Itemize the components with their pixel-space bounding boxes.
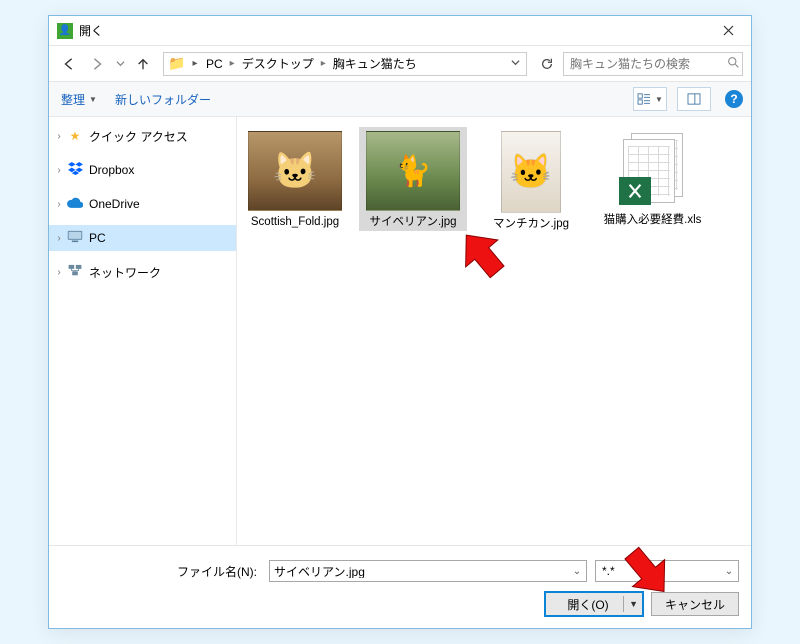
chevron-down-icon[interactable]: ⌄	[720, 566, 738, 577]
search-icon	[727, 56, 740, 72]
chevron-down-icon[interactable]: ⌄	[568, 566, 586, 577]
breadcrumb-seg-2[interactable]: 胸キュン猫たち	[329, 53, 421, 75]
view-mode-button[interactable]: ▼	[633, 87, 667, 111]
body: › ★ クイック アクセス › Dropbox › OneDrive	[49, 117, 751, 545]
nav-row: 📁 ▸ PC ▸ デスクトップ ▸ 胸キュン猫たち	[49, 46, 751, 82]
filetype-combobox[interactable]: *.* ⌄	[595, 560, 739, 582]
preview-pane-button[interactable]	[677, 87, 711, 111]
close-button[interactable]	[705, 16, 751, 46]
new-folder-button[interactable]: 新しいフォルダー	[111, 89, 215, 110]
open-button[interactable]: 開く(O) ▼	[545, 592, 643, 616]
breadcrumb-seg-1[interactable]: デスクトップ	[238, 53, 318, 75]
breadcrumb[interactable]: 📁 ▸ PC ▸ デスクトップ ▸ 胸キュン猫たち	[163, 52, 527, 76]
file-item[interactable]: マンチカン.jpg	[477, 127, 585, 233]
excel-file-icon	[619, 131, 687, 213]
chevron-right-icon: ▸	[318, 58, 329, 69]
image-thumbnail	[501, 131, 561, 213]
file-name: マンチカン.jpg	[493, 217, 569, 231]
filename-combobox[interactable]: ⌄	[269, 560, 587, 582]
file-item[interactable]: Scottish_Fold.jpg	[241, 127, 349, 231]
tree-item-dropbox[interactable]: › Dropbox	[49, 157, 236, 183]
expand-icon[interactable]: ›	[53, 131, 65, 142]
chevron-right-icon: ▸	[227, 58, 238, 69]
tree-item-network[interactable]: › ネットワーク	[49, 259, 236, 285]
star-icon: ★	[67, 129, 83, 143]
search-box[interactable]	[563, 52, 743, 76]
file-name: サイベリアン.jpg	[369, 215, 456, 229]
bottom-panel: ファイル名(N): ⌄ *.* ⌄ 開く(O) ▼ キャンセル	[49, 545, 751, 628]
pc-icon	[67, 230, 83, 246]
cancel-button[interactable]: キャンセル	[651, 592, 739, 616]
tree-item-label: クイック アクセス	[89, 128, 188, 145]
refresh-button[interactable]	[535, 52, 559, 76]
breadcrumb-root-dropdown[interactable]: ▸	[188, 58, 202, 69]
app-icon	[57, 23, 73, 39]
toolbar: 整理 ▼ 新しいフォルダー ▼ ?	[49, 82, 751, 117]
up-button[interactable]	[131, 52, 155, 76]
expand-icon[interactable]: ›	[53, 199, 65, 210]
open-file-dialog: 開く 📁 ▸ PC ▸ デスクトップ ▸ 胸キュン猫たち	[48, 15, 752, 629]
organize-button[interactable]: 整理 ▼	[57, 89, 101, 110]
open-button-label: 開く(O)	[567, 596, 608, 613]
breadcrumb-seg-0[interactable]: PC	[202, 53, 227, 75]
tree-item-pc[interactable]: › PC	[49, 225, 236, 251]
expand-icon[interactable]: ›	[53, 267, 65, 278]
expand-icon[interactable]: ›	[53, 165, 65, 176]
network-icon	[67, 264, 83, 280]
file-name: 猫購入必要経費.xls	[604, 213, 702, 227]
chevron-down-icon: ▼	[89, 95, 97, 104]
dropbox-icon	[67, 162, 83, 178]
tree-item-onedrive[interactable]: › OneDrive	[49, 191, 236, 217]
tree-item-label: Dropbox	[89, 163, 134, 177]
file-item[interactable]: サイベリアン.jpg	[359, 127, 467, 231]
image-thumbnail	[366, 131, 460, 211]
tree-item-label: ネットワーク	[89, 264, 161, 281]
back-button[interactable]	[57, 52, 81, 76]
filename-input[interactable]	[270, 564, 568, 578]
titlebar: 開く	[49, 16, 751, 46]
recent-locations-dropdown[interactable]	[113, 52, 127, 76]
help-button[interactable]: ?	[725, 90, 743, 108]
filetype-value: *.*	[602, 564, 720, 578]
organize-label: 整理	[61, 91, 85, 108]
filename-label: ファイル名(N):	[61, 563, 261, 580]
dialog-title: 開く	[79, 22, 705, 39]
tree-item-label: PC	[89, 231, 106, 245]
chevron-down-icon[interactable]: ▼	[629, 599, 638, 609]
file-item[interactable]: 猫購入必要経費.xls	[595, 127, 710, 229]
breadcrumb-dropdown[interactable]	[506, 58, 524, 70]
file-list[interactable]: Scottish_Fold.jpg サイベリアン.jpg マンチカン.jpg	[237, 117, 751, 545]
file-name: Scottish_Fold.jpg	[251, 215, 339, 229]
cloud-icon	[67, 197, 83, 211]
search-input[interactable]	[568, 56, 727, 72]
nav-tree: › ★ クイック アクセス › Dropbox › OneDrive	[49, 117, 237, 545]
folder-icon: 📁	[166, 54, 188, 74]
expand-icon[interactable]: ›	[53, 233, 65, 244]
tree-item-label: OneDrive	[89, 197, 140, 211]
tree-item-quick-access[interactable]: › ★ クイック アクセス	[49, 123, 236, 149]
image-thumbnail	[248, 131, 342, 211]
forward-button[interactable]	[85, 52, 109, 76]
